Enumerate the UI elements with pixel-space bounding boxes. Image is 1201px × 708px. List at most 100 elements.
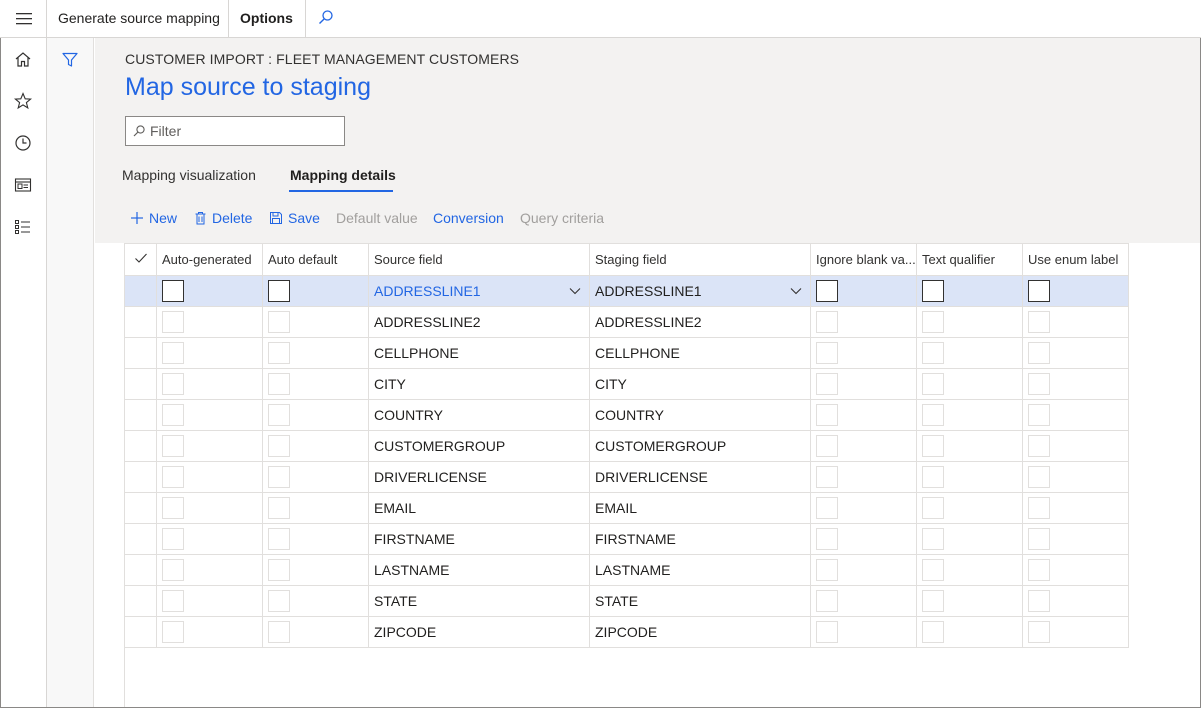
chevron-down-icon[interactable] [568, 284, 582, 298]
ignore-blank-values-checkbox[interactable] [816, 466, 838, 488]
conversion-button[interactable]: Conversion [433, 209, 504, 229]
source-field-cell[interactable]: COUNTRY [368, 399, 590, 431]
use-enum-label-checkbox[interactable] [1028, 621, 1050, 643]
row-selector[interactable] [124, 616, 157, 648]
auto-generated-checkbox[interactable] [162, 342, 184, 364]
table-row[interactable]: LASTNAME LASTNAME [124, 554, 1129, 586]
auto-default-checkbox[interactable] [268, 342, 290, 364]
use-enum-label-checkbox[interactable] [1028, 497, 1050, 519]
source-field-cell[interactable]: STATE [368, 585, 590, 617]
row-selector[interactable] [124, 554, 157, 586]
row-selector[interactable] [124, 399, 157, 431]
text-qualifier-checkbox[interactable] [922, 528, 944, 550]
default-value-button[interactable]: Default value [336, 209, 418, 229]
text-qualifier-checkbox[interactable] [922, 342, 944, 364]
column-header-staging-field[interactable]: Staging field [589, 243, 811, 276]
row-selector[interactable] [124, 368, 157, 400]
ignore-blank-values-checkbox[interactable] [816, 590, 838, 612]
column-header-ignore-blank-values[interactable]: Ignore blank va... [810, 243, 917, 276]
ignore-blank-values-checkbox[interactable] [816, 280, 838, 302]
new-button[interactable]: New [130, 209, 177, 229]
auto-default-checkbox[interactable] [268, 311, 290, 333]
ignore-blank-values-checkbox[interactable] [816, 342, 838, 364]
text-qualifier-checkbox[interactable] [922, 404, 944, 426]
staging-field-cell[interactable]: ZIPCODE [589, 616, 811, 648]
source-field-cell[interactable]: CUSTOMERGROUP [368, 430, 590, 462]
options-menu[interactable]: Options [240, 0, 293, 37]
auto-generated-checkbox[interactable] [162, 528, 184, 550]
ignore-blank-values-checkbox[interactable] [816, 497, 838, 519]
auto-default-checkbox[interactable] [268, 497, 290, 519]
staging-field-cell[interactable]: FIRSTNAME [589, 523, 811, 555]
use-enum-label-checkbox[interactable] [1028, 373, 1050, 395]
row-selector[interactable] [124, 585, 157, 617]
ignore-blank-values-checkbox[interactable] [816, 404, 838, 426]
use-enum-label-checkbox[interactable] [1028, 435, 1050, 457]
hamburger-icon[interactable] [1, 1, 46, 37]
table-row[interactable]: DRIVERLICENSE DRIVERLICENSE [124, 461, 1129, 493]
text-qualifier-checkbox[interactable] [922, 497, 944, 519]
table-row[interactable]: FIRSTNAME FIRSTNAME [124, 523, 1129, 555]
column-header-source-field[interactable]: Source field [368, 243, 590, 276]
auto-generated-checkbox[interactable] [162, 435, 184, 457]
use-enum-label-checkbox[interactable] [1028, 280, 1050, 302]
generate-source-mapping-button[interactable]: Generate source mapping [58, 0, 220, 37]
auto-generated-checkbox[interactable] [162, 280, 184, 302]
chevron-down-icon[interactable] [789, 284, 803, 298]
row-selector[interactable] [124, 275, 157, 307]
table-row[interactable]: COUNTRY COUNTRY [124, 399, 1129, 431]
star-icon[interactable] [12, 90, 34, 112]
table-row[interactable]: ADDRESSLINE2 ADDRESSLINE2 [124, 306, 1129, 338]
row-selector[interactable] [124, 492, 157, 524]
staging-field-cell[interactable]: CELLPHONE [589, 337, 811, 369]
table-row[interactable]: ADDRESSLINE1 ADDRESSLINE1 [124, 275, 1129, 307]
staging-field-cell[interactable]: DRIVERLICENSE [589, 461, 811, 493]
list-icon[interactable] [12, 216, 34, 238]
source-field-cell[interactable]: ADDRESSLINE1 [368, 275, 590, 307]
text-qualifier-checkbox[interactable] [922, 621, 944, 643]
filter-input[interactable] [150, 121, 340, 141]
use-enum-label-checkbox[interactable] [1028, 466, 1050, 488]
clock-icon[interactable] [12, 132, 34, 154]
tab-mapping-visualization[interactable]: Mapping visualization [122, 167, 256, 193]
staging-field-cell[interactable]: CITY [589, 368, 811, 400]
auto-generated-checkbox[interactable] [162, 621, 184, 643]
staging-field-cell[interactable]: ADDRESSLINE2 [589, 306, 811, 338]
use-enum-label-checkbox[interactable] [1028, 559, 1050, 581]
auto-generated-checkbox[interactable] [162, 373, 184, 395]
auto-default-checkbox[interactable] [268, 280, 290, 302]
source-field-cell[interactable]: CITY [368, 368, 590, 400]
auto-generated-checkbox[interactable] [162, 466, 184, 488]
auto-default-checkbox[interactable] [268, 528, 290, 550]
ignore-blank-values-checkbox[interactable] [816, 559, 838, 581]
ignore-blank-values-checkbox[interactable] [816, 311, 838, 333]
text-qualifier-checkbox[interactable] [922, 559, 944, 581]
home-icon[interactable] [12, 49, 34, 71]
table-row[interactable]: CITY CITY [124, 368, 1129, 400]
table-row[interactable]: CELLPHONE CELLPHONE [124, 337, 1129, 369]
column-header-text-qualifier[interactable]: Text qualifier [916, 243, 1023, 276]
funnel-icon[interactable] [60, 50, 80, 70]
table-row[interactable]: STATE STATE [124, 585, 1129, 617]
auto-default-checkbox[interactable] [268, 590, 290, 612]
auto-default-checkbox[interactable] [268, 404, 290, 426]
auto-generated-checkbox[interactable] [162, 590, 184, 612]
row-selector[interactable] [124, 306, 157, 338]
use-enum-label-checkbox[interactable] [1028, 590, 1050, 612]
column-header-auto-default[interactable]: Auto default [262, 243, 369, 276]
workspace-icon[interactable] [12, 174, 34, 196]
source-field-cell[interactable]: CELLPHONE [368, 337, 590, 369]
row-selector[interactable] [124, 337, 157, 369]
staging-field-cell[interactable]: EMAIL [589, 492, 811, 524]
text-qualifier-checkbox[interactable] [922, 311, 944, 333]
select-all-header[interactable] [124, 243, 157, 276]
staging-field-cell[interactable]: ADDRESSLINE1 [589, 275, 811, 307]
auto-default-checkbox[interactable] [268, 435, 290, 457]
table-row[interactable]: EMAIL EMAIL [124, 492, 1129, 524]
auto-generated-checkbox[interactable] [162, 497, 184, 519]
text-qualifier-checkbox[interactable] [922, 590, 944, 612]
auto-default-checkbox[interactable] [268, 466, 290, 488]
text-qualifier-checkbox[interactable] [922, 435, 944, 457]
use-enum-label-checkbox[interactable] [1028, 528, 1050, 550]
auto-generated-checkbox[interactable] [162, 559, 184, 581]
